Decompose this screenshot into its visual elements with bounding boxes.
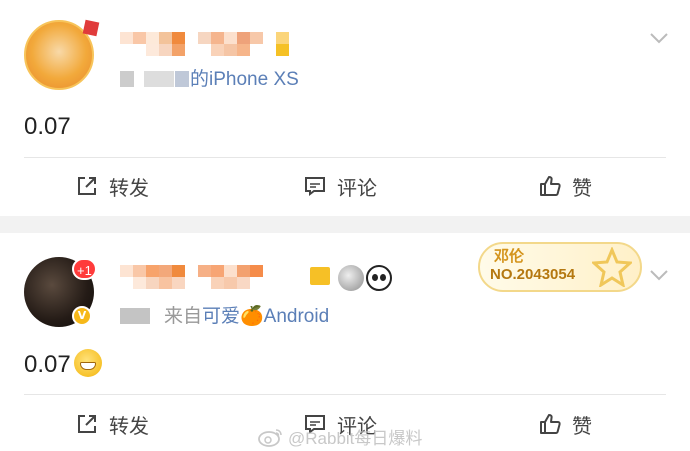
divider — [24, 157, 666, 158]
repost-button[interactable]: 转发 — [75, 404, 149, 444]
star-icon — [592, 247, 632, 287]
grin-emoji-icon — [73, 349, 102, 377]
comment-label: 评论 — [337, 175, 377, 200]
repost-label: 转发 — [109, 175, 149, 200]
username-redacted[interactable] — [120, 265, 315, 277]
divider — [24, 394, 666, 395]
verified-badge-icon: V — [72, 306, 92, 326]
watermark: @Rabbit每日爆料 — [258, 424, 422, 449]
panda-icon[interactable] — [366, 265, 392, 291]
like-label: 赞 — [572, 175, 592, 200]
avatar-decoration — [82, 19, 100, 37]
fan-card[interactable]: 邓伦 NO.2043054 — [478, 242, 642, 292]
medal-icon[interactable] — [338, 265, 364, 291]
chevron-down-icon[interactable] — [650, 269, 668, 281]
watermark-text: @Rabbit每日爆料 — [288, 429, 423, 448]
repost-button[interactable]: 转发 — [75, 166, 149, 206]
feed-separator — [0, 216, 690, 233]
post-text: 0.07 — [24, 113, 71, 140]
username-redacted-row2 — [120, 44, 289, 56]
like-button[interactable]: 赞 — [538, 404, 592, 444]
post-text: 0.07 — [24, 349, 102, 379]
source-prefix: 来自 — [164, 306, 203, 327]
comment-icon — [305, 177, 325, 196]
repost-icon — [78, 415, 96, 433]
repost-label: 转发 — [109, 413, 149, 438]
fan-card-name: 邓伦 — [494, 248, 525, 265]
like-label: 赞 — [572, 413, 592, 438]
like-button[interactable]: 赞 — [538, 166, 592, 206]
weibo-logo-icon — [258, 428, 282, 447]
like-icon — [540, 414, 561, 434]
post-card-1: 的iPhone XS 0.07 转发 评论 赞 — [0, 0, 690, 216]
username-redacted[interactable] — [120, 32, 289, 44]
source-text[interactable]: 可爱🍊Android — [202, 306, 329, 327]
repost-icon — [78, 177, 96, 195]
post-source: 的iPhone XS — [120, 64, 299, 91]
notification-badge: +1 — [72, 258, 97, 280]
post-source: 来自可爱🍊Android — [120, 301, 329, 328]
post-text-value: 0.07 — [24, 351, 71, 378]
source-text[interactable]: 的iPhone XS — [190, 69, 299, 90]
comment-button[interactable]: 评论 — [303, 166, 377, 206]
like-icon — [540, 176, 561, 196]
username-redacted-row2 — [120, 277, 315, 289]
chevron-down-icon[interactable] — [650, 32, 668, 44]
fan-card-number: NO.2043054 — [490, 266, 576, 283]
action-bar: 转发 评论 赞 — [0, 166, 690, 206]
member-icon[interactable] — [310, 267, 330, 285]
